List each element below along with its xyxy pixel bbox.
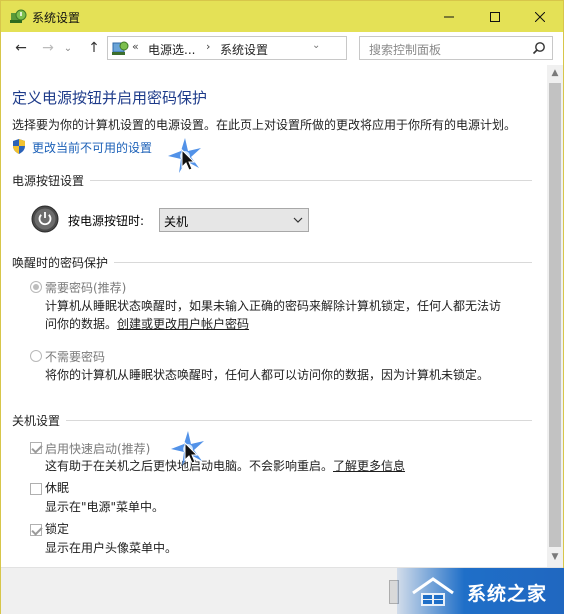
window-title: 系统设置 bbox=[32, 11, 81, 25]
control-panel-icon bbox=[112, 41, 129, 55]
house-logo-icon bbox=[412, 577, 454, 606]
cursor-highlight-icon bbox=[168, 138, 201, 173]
create-change-password-link[interactable]: 创建或更改用户帐户密码 bbox=[117, 316, 249, 333]
up-button[interactable]: ↑ bbox=[85, 39, 103, 57]
power-button-action-select[interactable]: 关机 bbox=[159, 208, 309, 232]
search-input[interactable]: 搜索控制面板 bbox=[369, 41, 441, 58]
require-password-description: 计算机从睡眠状态唤醒时，如果未输入正确的密码来解除计算机锁定，任何人都无法访 bbox=[45, 299, 502, 313]
section-title: 电源按钮设置 bbox=[12, 172, 91, 189]
scroll-up-arrow-icon[interactable]: ▲ bbox=[547, 65, 563, 81]
address-dropdown[interactable]: ⌄ bbox=[312, 40, 320, 51]
hibernate-label: 休眠 bbox=[45, 481, 70, 495]
close-button[interactable] bbox=[517, 1, 563, 32]
breadcrumb-item-power-options[interactable]: 电源选... bbox=[148, 41, 195, 58]
settings-content: 定义电源按钮并启用密码保护 选择要为你的计算机设置的电源设置。在此页上对设置所做… bbox=[1, 67, 547, 567]
minimize-button[interactable] bbox=[426, 1, 472, 32]
power-button-action-value: 关机 bbox=[164, 215, 189, 229]
search-box[interactable]: 搜索控制面板 bbox=[359, 36, 553, 60]
require-password-label: 需要密码(推荐) bbox=[45, 281, 127, 295]
require-password-description-cont: 问你的数据。 bbox=[45, 317, 118, 331]
control-panel-window: 系统设置 ← → ⌄ ↑ « 电源选... › 系统设置 ⌄ 搜索控制面板 定义… bbox=[0, 0, 564, 614]
watermark-text: 系统之家 bbox=[467, 583, 548, 605]
maximize-icon bbox=[490, 11, 500, 22]
password-section-header: 唤醒时的密码保护 bbox=[12, 254, 532, 271]
fast-startup-checkbox[interactable] bbox=[30, 442, 42, 454]
title-bar: 系统设置 bbox=[1, 1, 563, 32]
lock-checkbox[interactable] bbox=[30, 524, 42, 536]
back-button[interactable]: ← bbox=[12, 39, 30, 57]
no-password-description: 将你的计算机从睡眠状态唤醒时，任何人都可以访问你的数据，因为计算机未锁定。 bbox=[45, 368, 490, 382]
section-divider bbox=[12, 420, 532, 421]
scroll-down-arrow-icon[interactable]: ▼ bbox=[547, 549, 563, 565]
recent-locations-button[interactable]: ⌄ bbox=[59, 39, 77, 57]
breadcrumb-overflow[interactable]: « bbox=[132, 40, 139, 53]
uac-shield-icon bbox=[13, 139, 25, 154]
page-description: 选择要为你的计算机设置的电源设置。在此页上对设置所做的更改将应用于你所有的电源计… bbox=[12, 118, 517, 132]
search-icon[interactable] bbox=[532, 41, 546, 55]
power-button-action-label: 按电源按钮时: bbox=[68, 214, 145, 228]
power-options-icon bbox=[10, 9, 27, 23]
breadcrumb-item-system-settings[interactable]: 系统设置 bbox=[220, 41, 268, 58]
breadcrumb-separator[interactable]: › bbox=[206, 40, 210, 53]
cursor-highlight-icon bbox=[171, 431, 204, 466]
close-icon bbox=[535, 11, 545, 22]
power-button-icon bbox=[31, 205, 59, 233]
maximize-button[interactable] bbox=[472, 1, 518, 32]
site-watermark: 系统之家 bbox=[397, 568, 564, 614]
lock-description: 显示在用户头像菜单中。 bbox=[45, 541, 178, 555]
forward-button[interactable]: → bbox=[39, 39, 57, 57]
learn-more-link[interactable]: 了解更多信息 bbox=[333, 458, 405, 475]
page-title: 定义电源按钮并启用密码保护 bbox=[12, 89, 208, 107]
address-bar[interactable]: « 电源选... › 系统设置 ⌄ bbox=[107, 36, 450, 60]
power-button-section-header: 电源按钮设置 bbox=[12, 172, 532, 189]
shutdown-section-header: 关机设置 bbox=[12, 412, 532, 429]
hibernate-description: 显示在"电源"菜单中。 bbox=[45, 500, 165, 514]
no-password-radio[interactable] bbox=[30, 350, 42, 362]
vertical-scrollbar[interactable]: ▲ ▼ bbox=[547, 65, 563, 567]
fast-startup-label: 启用快速启动(推荐) bbox=[45, 442, 151, 456]
minimize-icon bbox=[444, 16, 454, 17]
navigation-bar: ← → ⌄ ↑ « 电源选... › 系统设置 ⌄ 搜索控制面板 bbox=[1, 32, 563, 65]
no-password-label: 不需要密码 bbox=[45, 350, 106, 364]
hibernate-checkbox[interactable] bbox=[30, 483, 42, 495]
change-unavailable-settings-link[interactable]: 更改当前不可用的设置 bbox=[32, 139, 152, 156]
chevron-down-icon bbox=[293, 217, 303, 223]
scrollbar-thumb[interactable] bbox=[549, 83, 561, 547]
section-title: 唤醒时的密码保护 bbox=[12, 254, 115, 271]
require-password-radio[interactable] bbox=[30, 281, 42, 293]
lock-label: 锁定 bbox=[45, 522, 70, 536]
section-title: 关机设置 bbox=[12, 412, 67, 429]
